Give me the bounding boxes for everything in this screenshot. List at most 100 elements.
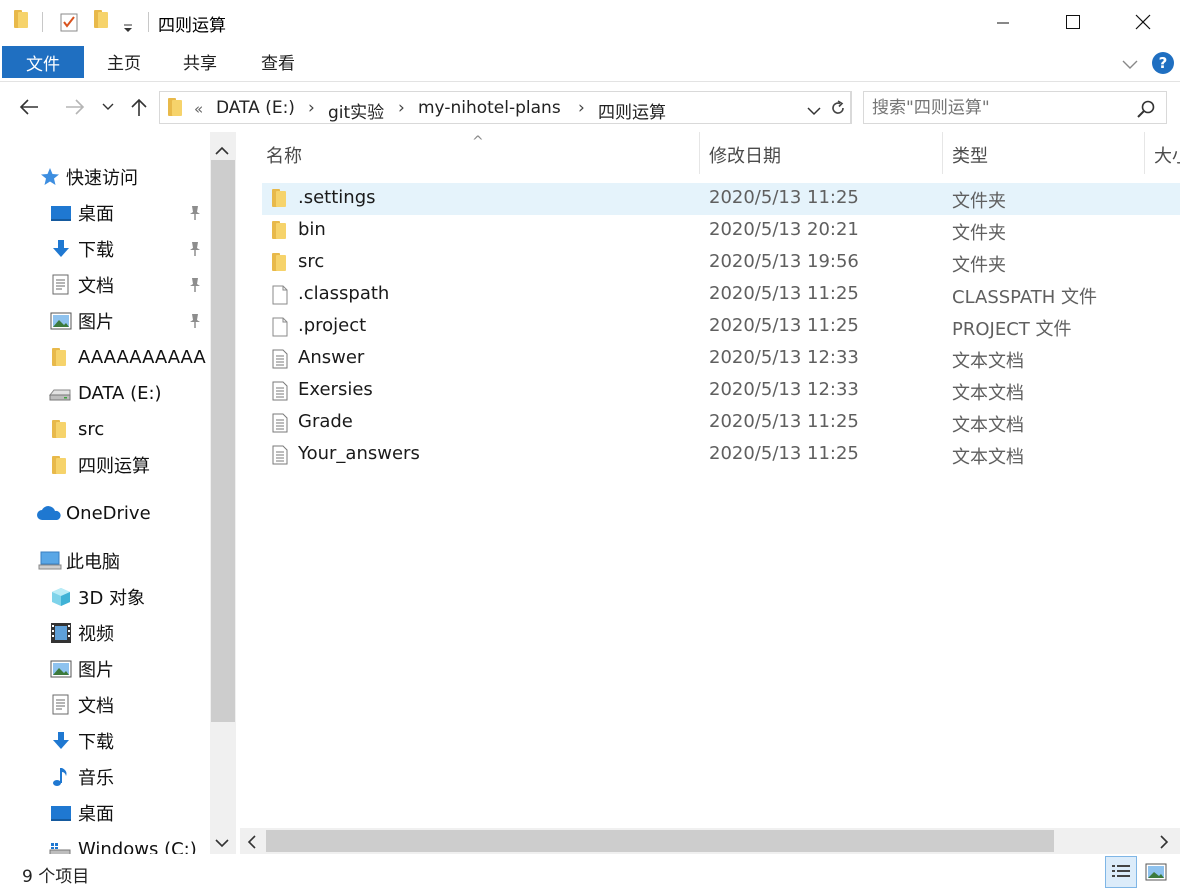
column-header-name[interactable]: 名称 — [266, 142, 302, 168]
nav-pane-scroll-thumb[interactable] — [211, 160, 235, 722]
nav-label: 3D 对象 — [78, 588, 146, 609]
back-button[interactable] — [14, 92, 44, 122]
nav-this-pc[interactable]: 此电脑 — [0, 544, 210, 578]
minimize-button[interactable] — [968, 0, 1038, 44]
refresh-button[interactable] — [824, 91, 852, 124]
text-file-icon — [272, 413, 288, 433]
nav-item-videos[interactable]: 视频 — [0, 616, 210, 650]
nav-item-downloads[interactable]: 下载 — [0, 232, 210, 266]
nav-item-downloads-pc[interactable]: 下载 — [0, 724, 210, 758]
nav-label: 图片 — [78, 312, 114, 333]
nav-label: DATA (E:) — [78, 382, 162, 404]
scroll-left-icon[interactable] — [246, 834, 258, 850]
pin-icon[interactable] — [188, 313, 202, 329]
nav-onedrive[interactable]: OneDrive — [0, 496, 210, 530]
file-date: 2020/5/13 11:25 — [709, 411, 859, 432]
nav-label: 图片 — [78, 660, 114, 681]
windows-drive-icon — [48, 841, 71, 854]
file-type: 文本文档 — [952, 351, 1024, 372]
picture-icon — [50, 659, 72, 679]
nav-quick-access[interactable]: 快速访问 — [0, 160, 210, 194]
column-divider[interactable] — [942, 132, 943, 174]
breadcrumb-separator[interactable]: › — [578, 98, 585, 118]
file-type: 文本文档 — [952, 383, 1024, 404]
pin-icon[interactable] — [188, 241, 202, 257]
nav-item-data-drive[interactable]: DATA (E:) — [0, 376, 210, 410]
recent-locations-icon[interactable] — [96, 92, 120, 122]
new-folder-icon[interactable] — [94, 10, 108, 28]
file-name: .settings — [298, 187, 376, 208]
breadcrumb-separator[interactable]: › — [398, 98, 405, 118]
address-dropdown-icon[interactable] — [806, 102, 822, 116]
text-file-icon — [272, 445, 288, 465]
tab-share[interactable]: 共享 — [170, 44, 230, 78]
column-divider[interactable] — [699, 132, 700, 174]
download-icon — [50, 239, 72, 259]
properties-icon[interactable] — [60, 12, 78, 32]
breadcrumb-project[interactable]: my-nihotel-plans — [418, 98, 561, 118]
nav-item-pictures[interactable]: 图片 — [0, 304, 210, 338]
nav-label: 音乐 — [78, 768, 114, 789]
large-icons-view-button[interactable] — [1140, 856, 1172, 888]
item-count: 9 个项目 — [22, 867, 90, 887]
drive-icon — [48, 385, 71, 405]
up-button[interactable] — [124, 92, 154, 122]
column-divider[interactable] — [1144, 132, 1145, 174]
file-row[interactable]: Exersies 2020/5/13 12:33 文本文档 — [262, 375, 1180, 407]
breadcrumb-current[interactable]: 四则运算 — [598, 98, 666, 123]
nav-item-desktop[interactable]: 桌面 — [0, 196, 210, 230]
file-row[interactable]: src 2020/5/13 19:56 文件夹 — [262, 247, 1180, 279]
expand-ribbon-icon[interactable] — [1120, 54, 1140, 74]
column-header-size[interactable]: 大小 — [1154, 142, 1180, 168]
customize-toolbar-icon[interactable] — [122, 18, 134, 32]
help-icon[interactable]: ? — [1152, 52, 1174, 74]
address-bar[interactable]: « DATA (E:) › git实验 › my-nihotel-plans ›… — [159, 91, 851, 124]
search-input[interactable] — [872, 98, 1122, 118]
file-row[interactable]: .settings 2020/5/13 11:25 文件夹 — [262, 183, 1180, 215]
nav-item-arithmetic[interactable]: 四则运算 — [0, 448, 210, 482]
nav-item-music[interactable]: 音乐 — [0, 760, 210, 794]
folder-icon — [168, 98, 182, 116]
file-row[interactable]: .classpath 2020/5/13 11:25 CLASSPATH 文件 — [262, 279, 1180, 311]
nav-item-documents[interactable]: 文档 — [0, 268, 210, 302]
column-header-date[interactable]: 修改日期 — [709, 142, 781, 168]
divider — [148, 12, 149, 32]
overflow-chevron[interactable]: « — [194, 100, 203, 118]
breadcrumb-separator[interactable]: › — [308, 98, 315, 118]
file-row[interactable]: .project 2020/5/13 11:25 PROJECT 文件 — [262, 311, 1180, 343]
scroll-down-icon[interactable] — [214, 834, 230, 848]
breadcrumb-git-experiment[interactable]: git实验 — [328, 98, 384, 123]
breadcrumb-data-drive[interactable]: DATA (E:) — [216, 98, 295, 118]
nav-item-src[interactable]: src — [0, 412, 210, 446]
maximize-button[interactable] — [1038, 0, 1108, 44]
file-row[interactable]: Answer 2020/5/13 12:33 文本文档 — [262, 343, 1180, 375]
hscroll-thumb[interactable] — [266, 830, 1054, 852]
search-box[interactable] — [863, 91, 1167, 124]
nav-item-documents-pc[interactable]: 文档 — [0, 688, 210, 722]
file-row[interactable]: Grade 2020/5/13 11:25 文本文档 — [262, 407, 1180, 439]
tab-file[interactable]: 文件 — [2, 46, 84, 78]
scroll-right-icon[interactable] — [1158, 834, 1170, 850]
nav-item-desktop-pc[interactable]: 桌面 — [0, 796, 210, 830]
computer-icon — [38, 551, 62, 571]
file-row[interactable]: Your_answers 2020/5/13 11:25 文本文档 — [262, 439, 1180, 471]
file-date: 2020/5/13 12:33 — [709, 379, 859, 400]
nav-item-aaaaaaaaaa[interactable]: AAAAAAAAAA — [0, 340, 210, 374]
search-icon[interactable] — [1136, 99, 1156, 119]
nav-item-3d-objects[interactable]: 3D 对象 — [0, 580, 210, 614]
scroll-up-icon[interactable] — [214, 142, 230, 155]
nav-label: 下载 — [78, 240, 114, 261]
details-view-button[interactable] — [1105, 856, 1137, 888]
file-row[interactable]: bin 2020/5/13 20:21 文件夹 — [262, 215, 1180, 247]
nav-item-windows-drive[interactable]: Windows (C:) — [0, 832, 210, 854]
pin-icon[interactable] — [188, 277, 202, 293]
nav-item-pictures-pc[interactable]: 图片 — [0, 652, 210, 686]
pin-icon[interactable] — [188, 205, 202, 221]
column-header-type[interactable]: 类型 — [952, 142, 988, 168]
forward-button[interactable] — [60, 92, 90, 122]
navigation-pane: 快速访问 桌面 下载 文档 图片 AAAAAAAAAA DATA (E:) sr… — [0, 132, 236, 854]
tab-home[interactable]: 主页 — [94, 44, 154, 78]
file-date: 2020/5/13 12:33 — [709, 347, 859, 368]
tab-view[interactable]: 查看 — [248, 44, 308, 78]
close-button[interactable] — [1108, 0, 1178, 44]
